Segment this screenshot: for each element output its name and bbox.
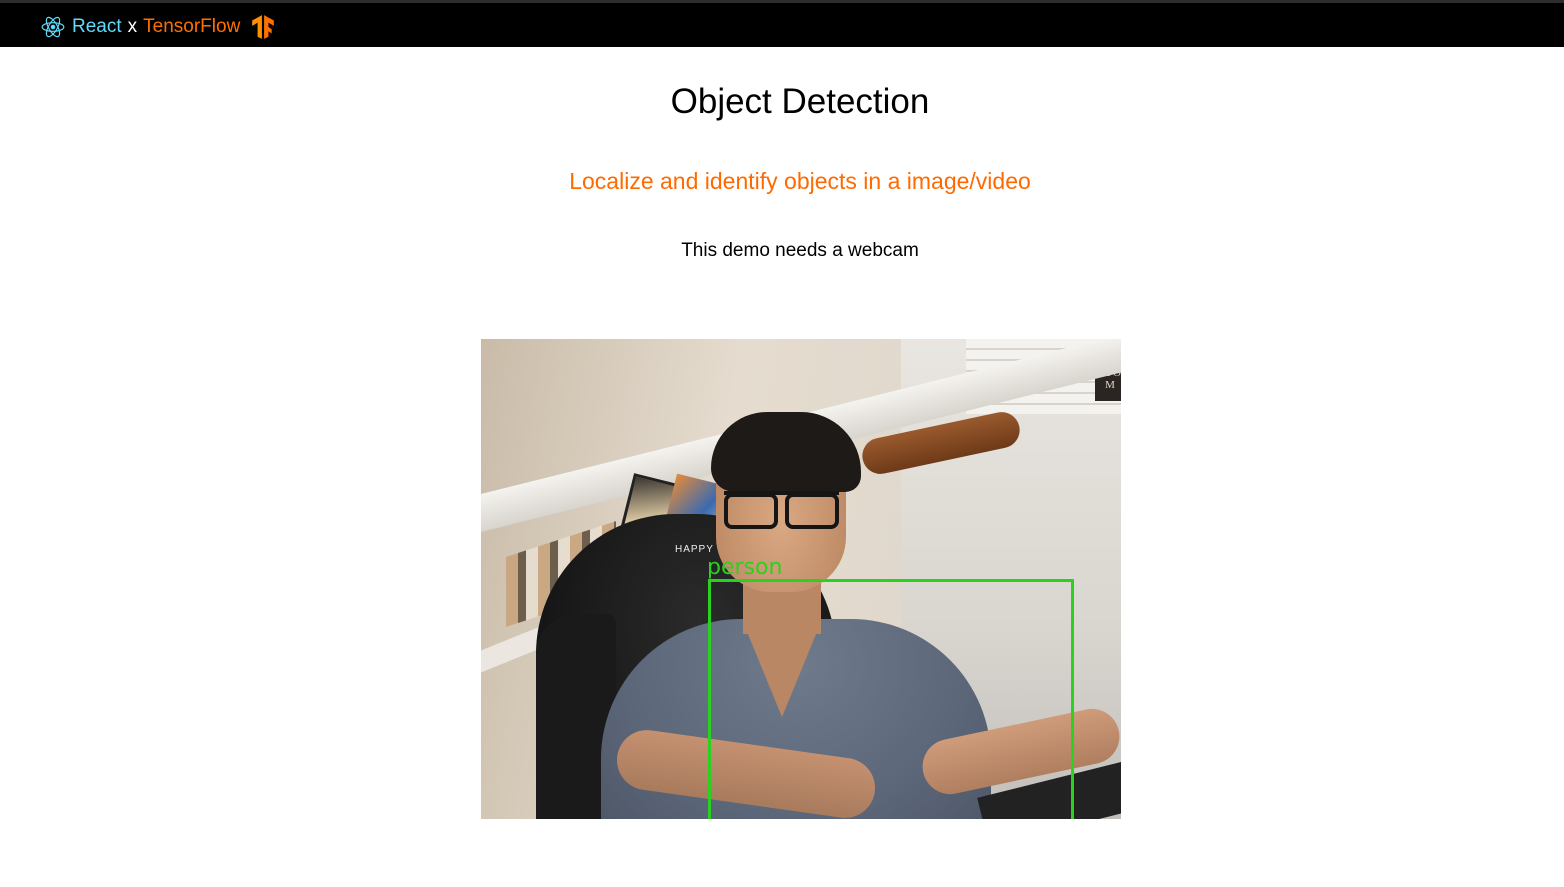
detection-label: person [707,555,783,580]
chair-logo-text: HAPPY [675,544,714,555]
navbar-brand[interactable]: React x TensorFlow [40,13,276,41]
page-subtitle: Localize and identify objects in a image… [569,168,1031,194]
brand-tensorflow-text: TensorFlow [143,16,241,37]
page-title: Object Detection [670,82,930,121]
person-glasses [724,491,839,529]
tensorflow-logo-icon [252,15,275,39]
react-logo-icon [41,16,65,38]
webcam-video-canvas: GFO M HAPPY person [481,339,1121,819]
brand-react-text: React [72,16,122,37]
detection-bounding-box [708,579,1074,819]
webcam-requirement-note: This demo needs a webcam [681,240,919,261]
navbar: React x TensorFlow [0,0,1564,47]
brand-separator: x [127,16,138,37]
